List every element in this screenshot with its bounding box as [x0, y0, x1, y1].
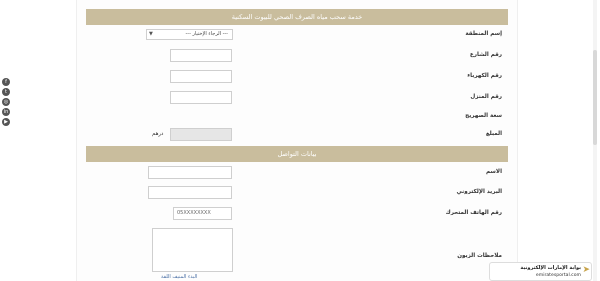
emirates-portal-logo: ➤ بوابة الإمارات الإلكترونية emiratespor… — [489, 262, 592, 281]
notes-textarea[interactable] — [152, 228, 233, 272]
street-input[interactable] — [170, 49, 232, 62]
section-header-contact: بيانات التواصل — [86, 146, 508, 162]
logo-url: emiratesportal.com — [535, 273, 581, 278]
region-label: إسم المنطقة — [465, 31, 502, 37]
electricity-input[interactable] — [170, 70, 232, 83]
region-select[interactable]: ▼ --- الرجاء الإختيار --- — [146, 29, 233, 40]
logo-title: بوابة الإمارات الإلكترونية — [520, 265, 581, 271]
left-margin: f t ◎ in ▶ — [0, 0, 76, 281]
amount-label: المبلغ — [485, 131, 502, 137]
electricity-label: رقم الكهرباء — [467, 73, 502, 79]
right-margin — [524, 0, 600, 281]
twitter-icon[interactable]: t — [2, 88, 10, 96]
tank-capacity-label: سعة الصهريج — [465, 113, 502, 119]
amount-field — [170, 128, 232, 141]
form-panel — [76, 0, 518, 281]
chevron-down-icon: ▼ — [149, 31, 153, 37]
mobile-label: رقم الهاتف المتحرك — [445, 210, 502, 216]
house-input[interactable] — [170, 91, 232, 104]
notes-label: ملاحظات الزبون — [457, 253, 502, 259]
name-label: الاسم — [486, 169, 502, 175]
mobile-input[interactable]: 05XXXXXXXX — [173, 207, 232, 220]
social-icons: f t ◎ in ▶ — [2, 78, 10, 126]
scrollbar-thumb[interactable] — [593, 50, 597, 145]
email-input[interactable] — [148, 186, 232, 199]
name-input[interactable] — [148, 166, 232, 179]
house-label: رقم المنزل — [470, 94, 502, 100]
section-header-service: خدمة سحب مياه الصرف الصحي للبيوت السكنية — [86, 9, 508, 25]
linkedin-icon[interactable]: in — [2, 108, 10, 116]
street-label: رقم الشارع — [469, 52, 502, 58]
email-label: البريد الإلكتروني — [456, 189, 503, 195]
youtube-icon[interactable]: ▶ — [2, 118, 10, 126]
instagram-icon[interactable]: ◎ — [2, 98, 10, 106]
mobile-placeholder: 05XXXXXXXX — [177, 210, 211, 216]
region-select-value: --- الرجاء الإختيار --- — [185, 31, 228, 37]
currency-label: درهم — [152, 131, 164, 137]
cursor-icon: ➤ — [582, 265, 590, 275]
facebook-icon[interactable]: f — [2, 78, 10, 86]
footer-link[interactable]: البدء المنيف اللفة — [161, 274, 197, 280]
